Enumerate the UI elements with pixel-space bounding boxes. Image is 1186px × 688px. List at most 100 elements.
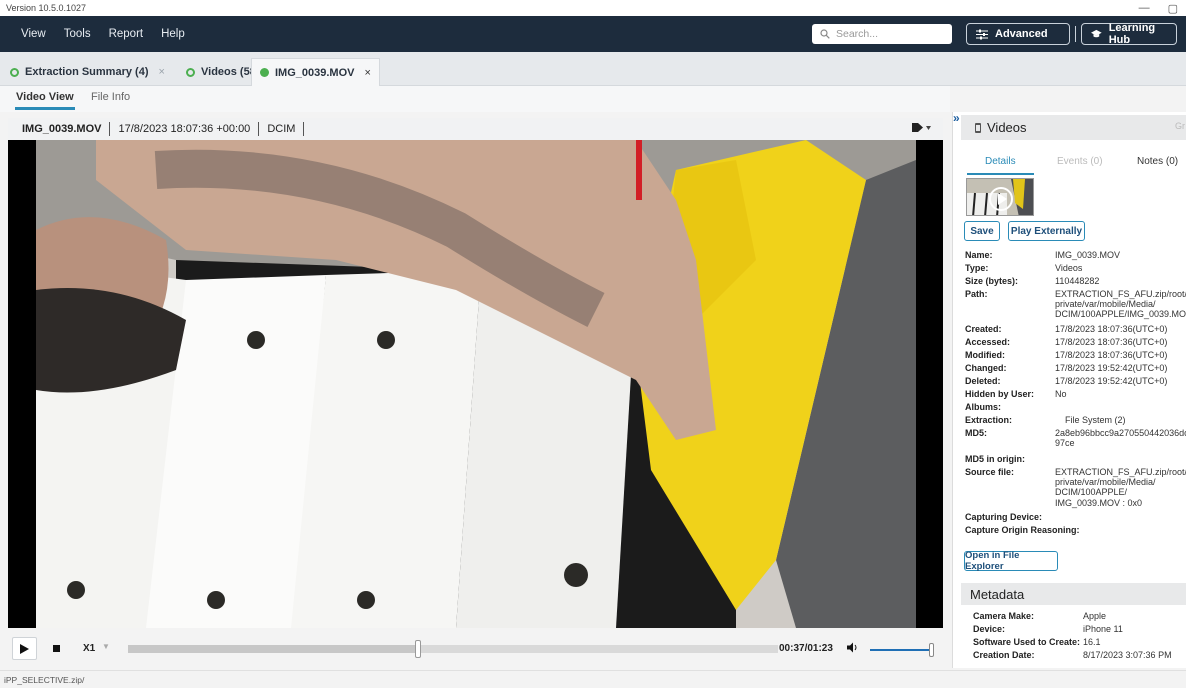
volume-level <box>870 649 934 651</box>
search-placeholder: Search... <box>836 28 879 40</box>
play-icon <box>20 643 29 654</box>
status-ring-icon <box>186 67 195 77</box>
divider <box>303 122 305 136</box>
seek-handle[interactable] <box>414 640 421 658</box>
status-text: iPP_SELECTIVE.zip/ <box>4 675 85 685</box>
property-value: No <box>1055 389 1067 399</box>
property-value: EXTRACTION_FS_AFU.zip/root/ private/var/… <box>1055 289 1186 320</box>
maximize-icon[interactable]: ▢ <box>1168 2 1178 15</box>
metadata-value: 8/17/2023 3:07:36 PM <box>1083 650 1172 660</box>
metadata-value: 16.1 <box>1083 637 1101 647</box>
search-icon <box>820 29 830 39</box>
tab-img-0039[interactable]: IMG_0039.MOV × <box>251 58 380 86</box>
tab-extraction-summary[interactable]: Extraction Summary (4) × <box>2 58 173 86</box>
tab-label: Extraction Summary (4) <box>25 66 149 78</box>
divider <box>258 122 260 136</box>
seek-bar[interactable] <box>128 640 778 658</box>
property-value: 110448282 <box>1055 276 1100 286</box>
status-bar: iPP_SELECTIVE.zip/ <box>0 670 1186 688</box>
chevron-down-icon <box>926 125 931 130</box>
video-timestamp: 17/8/2023 18:07:36 +00:00 <box>118 123 251 135</box>
metadata-value: Apple <box>1083 611 1107 621</box>
property-value: EXTRACTION_FS_AFU.zip/root/ private/var/… <box>1055 467 1186 508</box>
status-ring-icon <box>10 67 19 77</box>
metadata-key: Creation Date: <box>973 650 1035 660</box>
minimize-icon[interactable]: — <box>1139 2 1150 14</box>
tab-events: Events (0) <box>1057 156 1103 167</box>
menu-report[interactable]: Report <box>109 28 144 40</box>
property-key: Capturing Device: <box>965 512 1043 522</box>
search-input[interactable]: Search... <box>812 24 952 44</box>
tab-notes[interactable]: Notes (0) <box>1137 156 1178 167</box>
advanced-button[interactable]: Advanced <box>966 23 1070 45</box>
property-value: IMG_0039.MOV <box>1055 250 1121 260</box>
volume-slider[interactable] <box>870 643 934 657</box>
play-externally-button[interactable]: Play Externally <box>1008 221 1085 241</box>
property-key: MD5 in origin: <box>965 454 1025 464</box>
details-panel: Videos Gr Details Events (0) Notes (0) S… <box>952 112 1186 668</box>
property-key: Source file: <box>965 467 1015 477</box>
panel-title-overflow: Gr <box>1175 121 1185 131</box>
property-key: Created: <box>965 324 1002 334</box>
property-value: 17/8/2023 18:07:36(UTC+0) <box>1055 350 1168 360</box>
tag-dropdown[interactable] <box>912 123 931 132</box>
metadata-key: Software Used to Create: <box>973 637 1081 647</box>
metadata-key: Device: <box>973 624 1006 634</box>
volume-icon[interactable] <box>847 642 859 656</box>
stop-button[interactable] <box>44 637 69 660</box>
chevron-down-icon[interactable]: ▼ <box>102 642 110 651</box>
main-menu: View Tools Report Help <box>0 28 185 40</box>
player-controls: X1 ▼ 00:37/01:23 <box>8 630 943 668</box>
metadata-value: iPhone 11 <box>1083 624 1123 634</box>
video-folder: DCIM <box>267 123 296 135</box>
tab-label: IMG_0039.MOV <box>275 66 355 79</box>
property-key: Hidden by User: <box>965 389 1035 399</box>
top-navigation: View Tools Report Help Search... Advance… <box>0 16 1186 52</box>
property-key: Capture Origin Reasoning: <box>965 525 1080 535</box>
property-key: Size (bytes): <box>965 276 1019 286</box>
panel-tabs: Details Events (0) Notes (0) <box>953 150 1186 175</box>
video-file-icon <box>975 122 981 133</box>
playback-speed[interactable]: X1 <box>83 643 95 654</box>
property-value: 17/8/2023 19:52:42(UTC+0) <box>1055 376 1168 386</box>
app-window: Version 10.5.0.1027 — ▢ View Tools Repor… <box>0 0 1186 688</box>
menu-tools[interactable]: Tools <box>64 28 91 40</box>
close-icon[interactable]: × <box>158 66 164 78</box>
time-display: 00:37/01:23 <box>779 643 833 654</box>
property-key: Modified: <box>965 350 1005 360</box>
advanced-label: Advanced <box>995 28 1048 40</box>
expand-panel-icon[interactable]: » <box>953 111 960 125</box>
open-in-file-explorer-button[interactable]: Open in File Explorer <box>964 550 1058 572</box>
property-value: Videos <box>1055 263 1083 273</box>
panel-title: Videos <box>987 120 1027 135</box>
video-filename: IMG_0039.MOV <box>22 123 102 135</box>
learning-hub-label: Learning Hub <box>1108 22 1156 46</box>
tag-icon <box>912 123 923 132</box>
close-icon[interactable]: × <box>364 67 370 79</box>
graduation-cap-icon <box>1091 29 1102 38</box>
subtab-video-view[interactable]: Video View <box>15 91 75 110</box>
status-dot-icon <box>260 68 269 77</box>
tab-details[interactable]: Details <box>967 156 1033 175</box>
panel-header: Videos Gr <box>961 115 1186 140</box>
property-key: Type: <box>965 263 989 273</box>
menu-view[interactable]: View <box>21 28 46 40</box>
menu-help[interactable]: Help <box>161 28 185 40</box>
property-value: 17/8/2023 19:52:42(UTC+0) <box>1055 363 1168 373</box>
video-player[interactable] <box>8 140 943 628</box>
video-frame <box>36 140 916 628</box>
save-button[interactable]: Save <box>964 221 1000 241</box>
learning-hub-button[interactable]: Learning Hub <box>1081 22 1177 46</box>
property-value: 2a8eb96bbcc9a270550442036dc 97ce <box>1055 428 1186 449</box>
property-value: 17/8/2023 18:07:36(UTC+0) <box>1055 337 1168 347</box>
volume-handle[interactable] <box>929 643 934 657</box>
property-key: Path: <box>965 289 988 299</box>
play-button[interactable] <box>12 637 37 660</box>
subtab-file-info[interactable]: File Info <box>91 91 130 103</box>
property-value: File System (2) <box>1055 415 1126 425</box>
video-thumbnail[interactable] <box>966 178 1034 216</box>
property-key: Albums: <box>965 402 1001 412</box>
metadata-header: Metadata <box>961 583 1186 605</box>
title-bar: Version 10.5.0.1027 — ▢ <box>0 0 1186 16</box>
property-key: Changed: <box>965 363 1007 373</box>
